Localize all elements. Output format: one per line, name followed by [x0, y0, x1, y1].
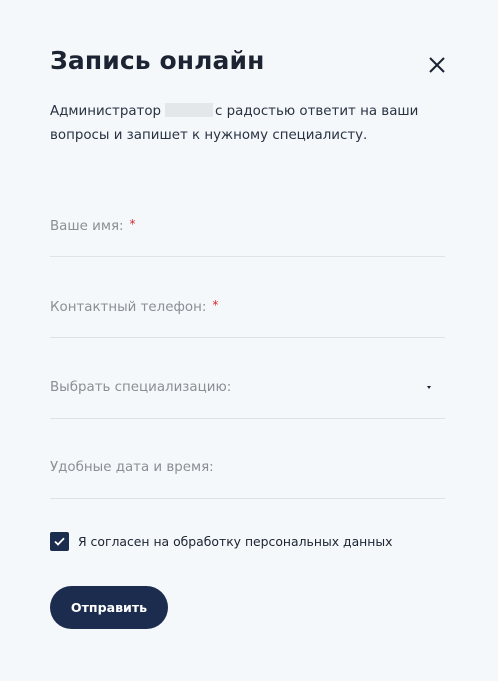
modal-title: Запись онлайн	[50, 46, 265, 75]
consent-row: Я согласен на обработку персональных дан…	[50, 532, 392, 551]
close-button[interactable]	[428, 56, 446, 74]
phone-field[interactable]: Контактный телефон: *	[50, 298, 449, 339]
specialization-select[interactable]: Выбрать специализацию:	[50, 379, 445, 419]
specialization-label: Выбрать специализацию:	[50, 380, 232, 395]
caret-down-icon	[427, 386, 431, 389]
name-input[interactable]	[50, 217, 449, 258]
close-icon	[429, 57, 445, 73]
consent-checkbox[interactable]	[50, 532, 69, 551]
booking-modal: Запись онлайн Администратор с радостью от…	[0, 0, 498, 681]
checkmark-icon	[54, 537, 65, 546]
datetime-input[interactable]	[50, 459, 449, 500]
name-field[interactable]: Ваше имя: *	[50, 217, 449, 258]
submit-button[interactable]: Отправить	[50, 586, 168, 629]
phone-input[interactable]	[50, 298, 449, 339]
modal-description: Администратор с радостью ответит на ваши …	[50, 100, 450, 148]
redacted-clinic-name	[165, 103, 214, 117]
description-prefix: Администратор	[50, 104, 162, 119]
datetime-field[interactable]: Удобные дата и время:	[50, 459, 449, 500]
consent-label: Я согласен на обработку персональных дан…	[78, 534, 393, 549]
